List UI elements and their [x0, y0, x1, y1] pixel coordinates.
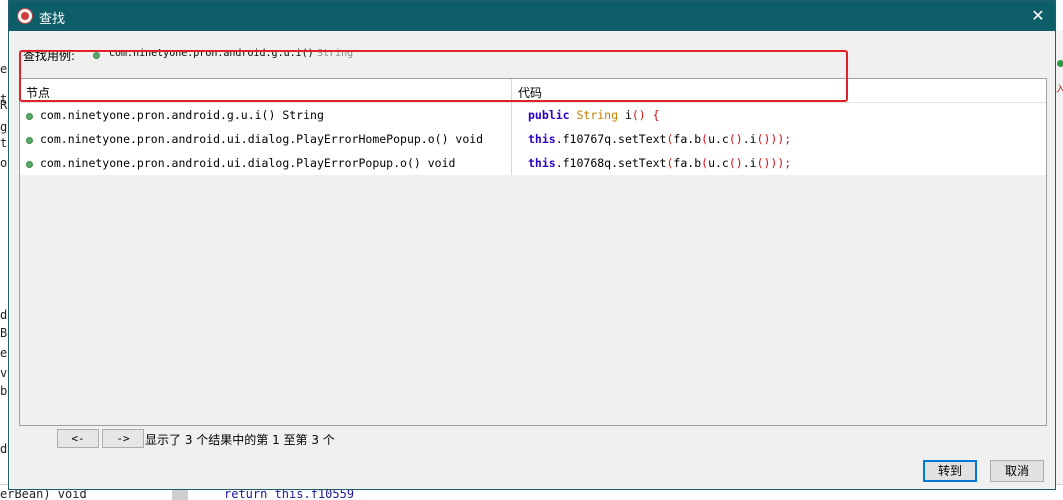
- table-row[interactable]: com.ninetyone.pron.android.ui.dialog.Pla…: [20, 127, 1046, 151]
- goto-button[interactable]: 转到: [923, 460, 977, 482]
- table-row[interactable]: com.ninetyone.pron.android.ui.dialog.Pla…: [20, 151, 1046, 175]
- dialog-titlebar[interactable]: 查找 ✕: [9, 1, 1055, 31]
- code-token: u.c: [708, 132, 729, 146]
- row-node: com.ninetyone.pron.android.g.u.i() Strin…: [40, 108, 324, 122]
- background-letter: d: [0, 442, 8, 456]
- background-letter: t: [0, 136, 8, 150]
- green-status-icon: [1057, 60, 1063, 67]
- code-token: .f10768q.setText: [555, 156, 667, 170]
- background-letter: e: [0, 62, 8, 76]
- jadx-app-icon: [17, 8, 33, 24]
- code-token: .i: [742, 156, 757, 170]
- code-token: () {: [631, 108, 660, 122]
- code-token: (): [728, 132, 743, 146]
- method-icon: [26, 161, 33, 168]
- code-token: fa.b: [673, 132, 702, 146]
- column-divider: [511, 103, 512, 127]
- results-status: 显示了 3 个结果中的第 1 至第 3 个: [145, 433, 335, 447]
- background-letter: e: [0, 346, 8, 360]
- background-letter: b: [0, 384, 8, 398]
- row-code: public String i() {: [528, 108, 660, 122]
- code-token: this: [528, 132, 556, 146]
- row-node: com.ninetyone.pron.android.ui.dialog.Pla…: [40, 156, 456, 170]
- code-token: i: [618, 108, 632, 122]
- row-code: this.f10768q.setText(fa.b(u.c().i()));: [528, 156, 791, 170]
- column-divider: [511, 127, 512, 151]
- background-scrollbar[interactable]: [172, 489, 188, 500]
- row-node: com.ninetyone.pron.android.ui.dialog.Pla…: [40, 132, 484, 146]
- method-icon: [26, 137, 33, 144]
- code-token: .i: [742, 132, 757, 146]
- vertical-scrollbar[interactable]: [1034, 103, 1046, 175]
- table-row[interactable]: com.ninetyone.pron.android.g.u.i() Strin…: [20, 103, 1046, 127]
- background-letter: B: [0, 326, 8, 340]
- code-token: this: [528, 156, 556, 170]
- close-icon[interactable]: ✕: [1027, 5, 1049, 27]
- find-dialog: 查找 ✕ 查找用例: com.ninetyone.pron.android.g.…: [8, 0, 1056, 490]
- background-letter: o: [0, 156, 8, 170]
- column-divider: [511, 151, 512, 175]
- dialog-title: 查找: [39, 12, 66, 27]
- code-token: public: [528, 108, 577, 122]
- background-letter: d: [0, 308, 8, 322]
- next-page-button[interactable]: ->: [102, 429, 144, 448]
- code-token: fa.b: [673, 156, 702, 170]
- cancel-button[interactable]: 取消: [990, 460, 1044, 482]
- code-token: u.c: [708, 156, 729, 170]
- row-code: this.f10767q.setText(fa.b(u.c().i()));: [528, 132, 791, 146]
- results-table: 节点 代码 com.ninetyone.pron.android.g.u.i()…: [19, 78, 1047, 426]
- table-empty-area: [20, 175, 1046, 425]
- code-token: (): [728, 156, 743, 170]
- highlight-annotation: [19, 50, 848, 102]
- code-token: ()));: [756, 132, 792, 146]
- code-token: String: [576, 108, 619, 122]
- background-editor-right: 入: [1055, 30, 1063, 490]
- method-icon: [26, 113, 33, 120]
- prev-page-button[interactable]: <-: [57, 429, 99, 448]
- code-token: ()));: [756, 156, 792, 170]
- background-letter: g: [0, 120, 8, 134]
- code-token: .f10767q.setText: [555, 132, 667, 146]
- background-letter: v: [0, 366, 8, 380]
- background-glyph: 入: [1056, 85, 1063, 95]
- background-letter: R: [0, 98, 8, 112]
